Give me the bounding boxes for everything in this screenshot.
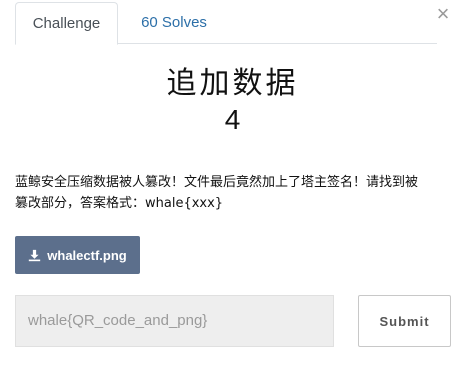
challenge-modal: Challenge 60 Solves × 追加数据 4 蓝鲸安全压缩数据被人篡… (0, 0, 465, 372)
close-icon[interactable]: × (433, 3, 453, 25)
tab-solves[interactable]: 60 Solves (126, 2, 222, 44)
submit-button[interactable]: Submit (358, 295, 451, 347)
tab-challenge[interactable]: Challenge (15, 2, 118, 45)
flag-input[interactable]: whale{QR_code_and_png} (15, 295, 334, 347)
download-icon (29, 249, 41, 261)
challenge-points: 4 (224, 104, 241, 135)
tab-bar: Challenge 60 Solves (15, 0, 437, 45)
description-line-1: 蓝鲸安全压缩数据被人篡改！文件最后竟然加上了塔主签名！请找到被 (15, 175, 419, 190)
download-file-label: whalectf.png (47, 247, 127, 263)
download-file-button[interactable]: whalectf.png (15, 236, 140, 274)
description-line-2: 篡改部分，答案格式：whale{xxx} (15, 196, 224, 211)
challenge-description: 蓝鲸安全压缩数据被人篡改！文件最后竟然加上了塔主签名！请找到被 篡改部分，答案格… (15, 172, 455, 214)
challenge-title: 追加数据 (166, 66, 299, 101)
